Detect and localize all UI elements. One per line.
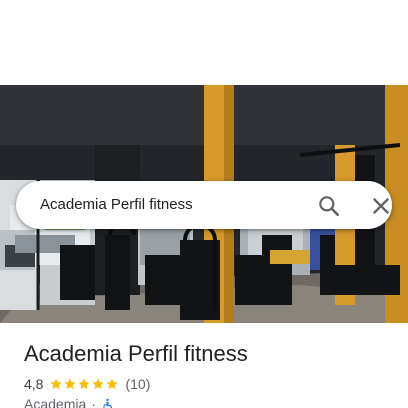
search-bar[interactable]: Academia Perfil fitness	[16, 181, 392, 229]
rating-value: 4,8	[24, 376, 44, 392]
review-count[interactable]: (10)	[125, 376, 150, 392]
search-input[interactable]: Academia Perfil fitness	[40, 196, 193, 213]
wheelchair-accessible-icon	[101, 398, 114, 408]
separator-dot: ·	[91, 396, 96, 408]
map-area-blank	[0, 0, 408, 85]
star-icon	[64, 378, 77, 389]
rating-row[interactable]: 4,8 (10)	[24, 375, 150, 393]
category-row: Academia ·	[24, 396, 114, 408]
star-icon	[78, 378, 91, 389]
place-category: Academia	[24, 396, 87, 408]
search-icon[interactable]	[316, 193, 342, 219]
star-rating	[49, 377, 119, 391]
place-photo[interactable]: Academia Perfil fitness	[0, 85, 408, 323]
close-icon[interactable]	[368, 193, 394, 219]
star-icon	[92, 378, 105, 389]
star-icon	[50, 378, 63, 389]
place-title[interactable]: Academia Perfil fitness	[24, 341, 248, 367]
star-icon	[106, 378, 119, 389]
